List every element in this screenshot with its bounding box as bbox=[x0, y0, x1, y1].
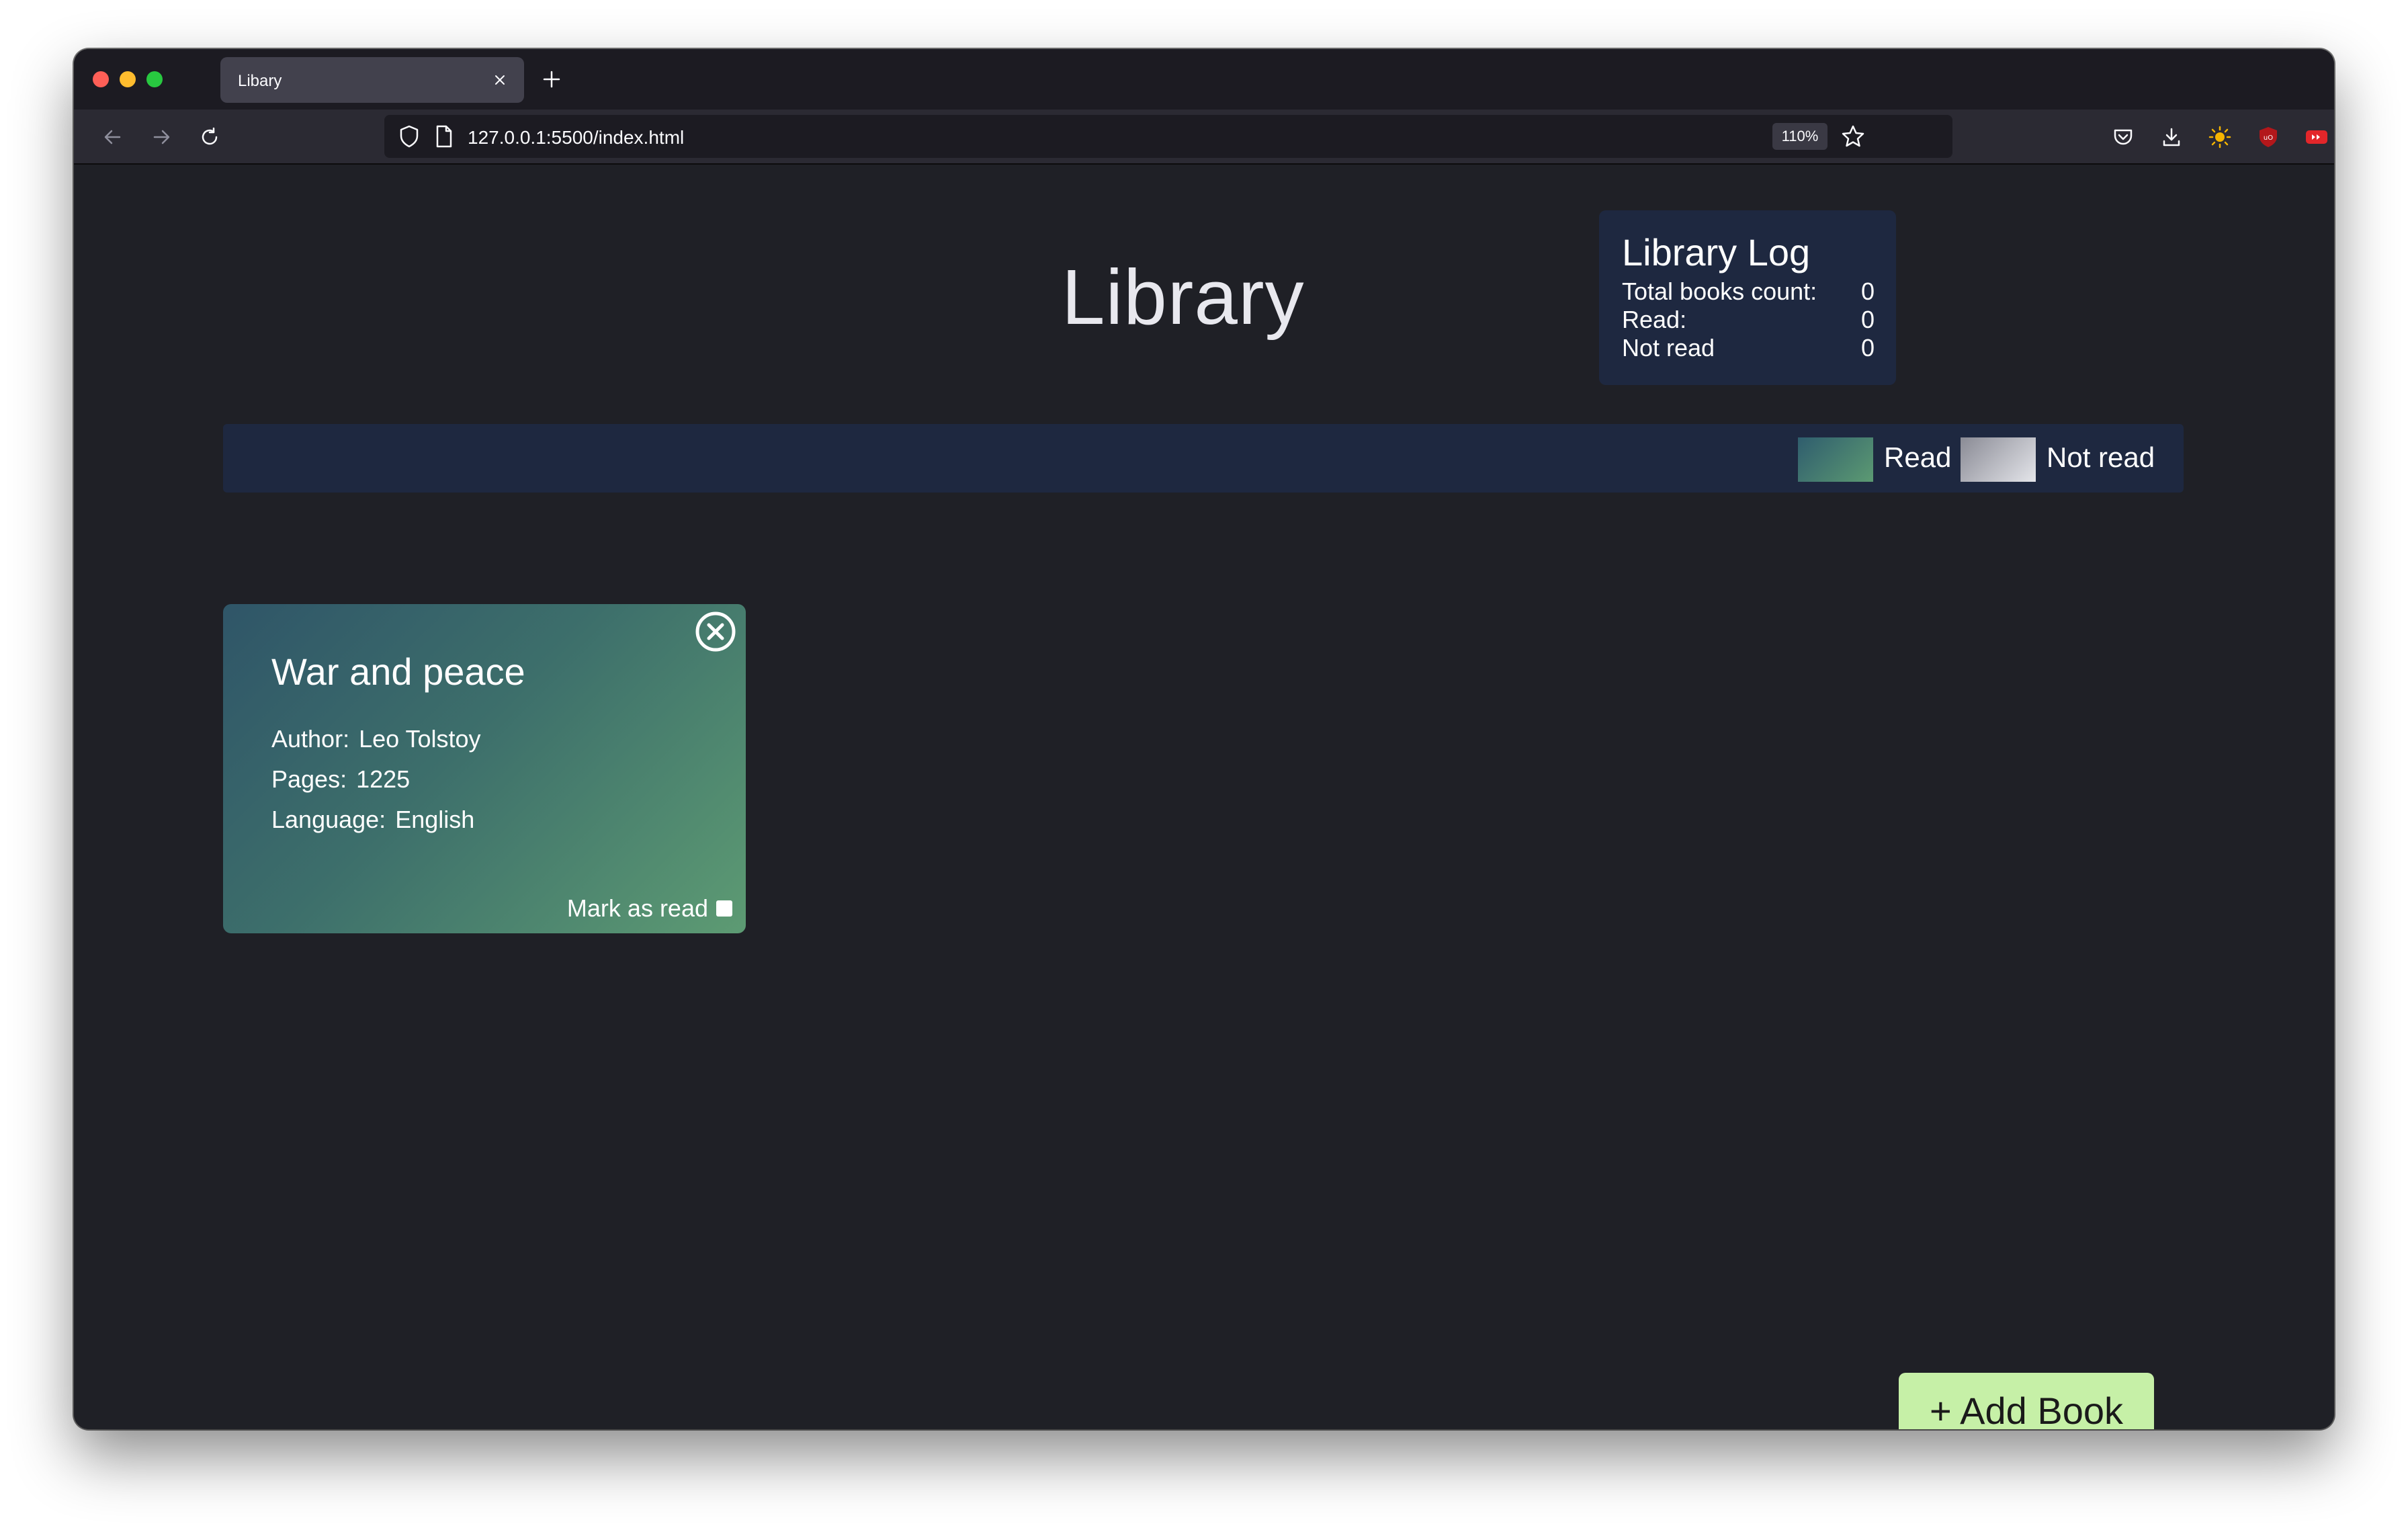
legend-bar: Read Not read bbox=[223, 424, 2184, 493]
shield-icon[interactable] bbox=[398, 124, 421, 152]
back-arrow-icon[interactable] bbox=[97, 121, 129, 153]
browser-window: Libary 127.0.0.1:5500/index.html 110% uO… bbox=[74, 49, 2334, 1429]
circle-x-icon[interactable] bbox=[693, 609, 738, 654]
read-swatch bbox=[1798, 437, 1873, 482]
page-title: Library bbox=[1062, 253, 1305, 341]
window-minimize-button[interactable] bbox=[120, 71, 136, 87]
book-title: War and peace bbox=[271, 650, 525, 693]
book-card: War and peace Author: Leo Tolstoy Pages: 1… bbox=[223, 604, 746, 933]
page-icon bbox=[434, 124, 454, 152]
pages-label: Pages: bbox=[271, 765, 347, 793]
close-icon[interactable] bbox=[486, 67, 513, 93]
library-log-title: Library Log bbox=[1622, 231, 1811, 273]
log-row-read: Read: 0 bbox=[1622, 306, 1875, 334]
youtube-icon[interactable] bbox=[2300, 121, 2333, 153]
log-value: 0 bbox=[1860, 334, 1875, 362]
mark-as-read-label: Mark as read bbox=[566, 894, 708, 922]
book-pages-line: Pages: 1225 bbox=[271, 765, 410, 794]
mark-as-read-checkbox[interactable] bbox=[716, 900, 732, 917]
plus-icon[interactable] bbox=[536, 64, 567, 95]
pages-value: 1225 bbox=[356, 765, 411, 793]
page-viewport: Library Library Log Total books count: 0… bbox=[74, 165, 2334, 1429]
ublock-icon[interactable]: uO bbox=[2252, 121, 2284, 153]
log-label: Read: bbox=[1622, 306, 1687, 333]
reload-icon[interactable] bbox=[194, 121, 226, 153]
library-log-panel: Library Log Total books count: 0 Read: 0… bbox=[1599, 210, 1896, 385]
language-label: Language: bbox=[271, 806, 386, 833]
sun-icon[interactable] bbox=[2204, 121, 2236, 153]
legend-not-read-label: Not read bbox=[2047, 441, 2155, 473]
log-value: 0 bbox=[1860, 306, 1875, 333]
book-language-line: Language: English bbox=[271, 806, 474, 834]
svg-text:uO: uO bbox=[2264, 134, 2273, 142]
author-label: Author: bbox=[271, 725, 350, 753]
author-value: Leo Tolstoy bbox=[359, 725, 481, 753]
tab-active[interactable]: Libary bbox=[220, 57, 524, 103]
book-author-line: Author: Leo Tolstoy bbox=[271, 725, 481, 753]
log-row-not-read: Not read 0 bbox=[1622, 334, 1875, 362]
pocket-icon[interactable] bbox=[2107, 121, 2139, 153]
window-zoom-button[interactable] bbox=[146, 71, 163, 87]
log-label: Not read bbox=[1622, 334, 1715, 362]
legend-read-label: Read bbox=[1884, 441, 1952, 473]
star-icon[interactable] bbox=[1841, 124, 1865, 152]
mark-as-read-toggle[interactable]: Mark as read bbox=[567, 894, 732, 923]
add-book-button[interactable]: + Add Book bbox=[1899, 1373, 2154, 1429]
url-bar[interactable]: 127.0.0.1:5500/index.html 110% bbox=[384, 115, 1952, 158]
log-value: 0 bbox=[1860, 278, 1875, 305]
url-text[interactable]: 127.0.0.1:5500/index.html bbox=[468, 127, 684, 148]
language-value: English bbox=[395, 806, 475, 833]
tab-title: Libary bbox=[238, 72, 282, 90]
zoom-level-badge[interactable]: 110% bbox=[1772, 123, 1828, 150]
log-label: Total books count: bbox=[1622, 278, 1817, 305]
forward-arrow-icon[interactable] bbox=[145, 121, 177, 153]
window-close-button[interactable] bbox=[93, 71, 109, 87]
download-icon[interactable] bbox=[2155, 121, 2188, 153]
log-row-total: Total books count: 0 bbox=[1622, 278, 1875, 306]
nav-bar: 127.0.0.1:5500/index.html 110% uO bbox=[74, 110, 2334, 165]
not-read-swatch bbox=[1961, 437, 2036, 482]
tab-strip: Libary bbox=[74, 49, 2334, 110]
